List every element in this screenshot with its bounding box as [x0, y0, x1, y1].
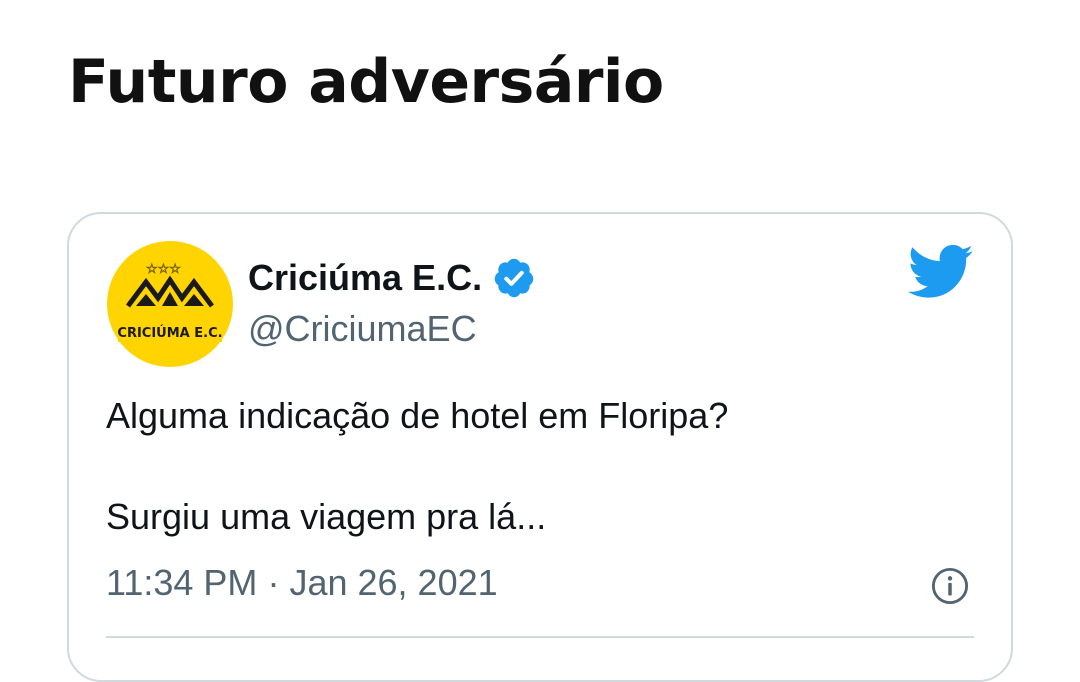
author-handle[interactable]: @CriciumaEC [248, 308, 477, 350]
avatar-label: CRICIÚMA E.C. [117, 325, 222, 341]
svg-text:☆☆☆: ☆☆☆ [146, 262, 181, 277]
meta-separator: · [267, 562, 280, 603]
tweet-time: 11:34 PM [106, 562, 258, 603]
author-name-row[interactable]: Criciúma E.C. [248, 256, 536, 300]
verified-badge-icon [494, 258, 534, 298]
tweet-date: Jan 26, 2021 [289, 562, 498, 603]
page-heading: Futuro adversário [68, 47, 664, 117]
info-icon[interactable] [931, 567, 969, 605]
tweet-text-line-1: Alguma indicação de hotel em Floripa? [106, 395, 729, 436]
twitter-bird-icon[interactable] [908, 244, 974, 300]
tweet-timestamp[interactable]: 11:34 PM · Jan 26, 2021 [106, 562, 498, 604]
avatar[interactable]: ☆☆☆ CRICIÚMA E.C. [106, 240, 234, 368]
tweet-divider [106, 636, 974, 638]
author-name[interactable]: Criciúma E.C. [248, 257, 482, 299]
tweet-text-line-2: Surgiu uma viagem pra lá... [106, 496, 547, 537]
